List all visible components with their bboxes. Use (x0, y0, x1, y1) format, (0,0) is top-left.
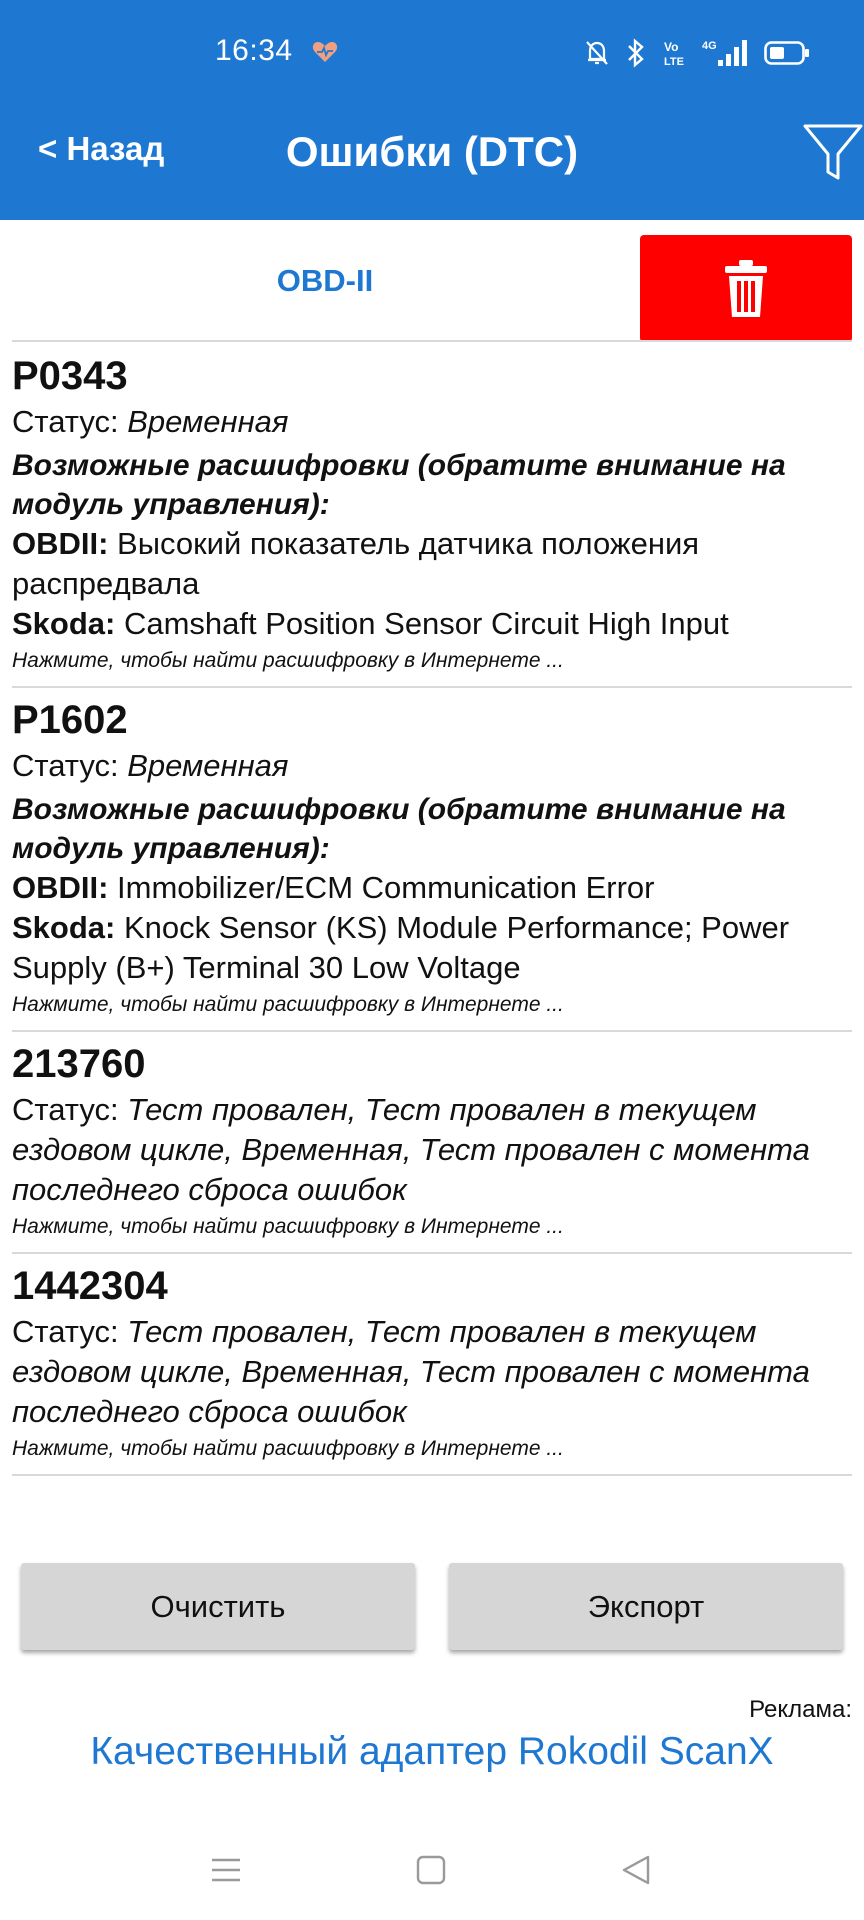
dtc-item[interactable]: 1442304 Статус: Тест провален, Тест пров… (12, 1254, 852, 1476)
status-icons: Vo LTE 4G (584, 38, 810, 68)
status-bar: 16:34 Vo LTE 4G (0, 0, 864, 110)
obd-text: Immobilizer/ECM Communication Error (108, 870, 655, 905)
status-value: Временная (127, 748, 289, 783)
trash-icon (725, 259, 767, 317)
volte-icon: Vo LTE (664, 40, 684, 68)
dtc-code: P0343 (12, 354, 128, 398)
status-time: 16:34 (215, 34, 293, 67)
status-prefix: Статус: (12, 1092, 128, 1127)
make-text: Camshaft Position Sensor Circuit High In… (115, 606, 729, 641)
obd-decode: OBDII: Высокий показатель датчика положе… (12, 524, 852, 604)
obd-label: OBDII: (12, 870, 109, 905)
system-nav-bar (0, 1840, 864, 1920)
menu-icon[interactable] (210, 1854, 242, 1886)
delete-button[interactable] (640, 235, 852, 342)
status-value: Тест провален, Тест провален в текущем е… (12, 1092, 810, 1207)
dtc-list: P0343 Статус: Временная Возможные расшиф… (12, 344, 852, 1476)
dtc-item[interactable]: P1602 Статус: Временная Возможные расшиф… (12, 688, 852, 1032)
home-square-icon[interactable] (416, 1854, 446, 1886)
obd-label: OBDII: (12, 526, 109, 561)
divider (12, 340, 852, 342)
status-prefix: Статус: (12, 748, 128, 783)
heart-icon (312, 42, 338, 62)
search-hint-link[interactable]: Нажмите, чтобы найти расшифровку в Интер… (12, 646, 852, 676)
search-hint-link[interactable]: Нажмите, чтобы найти расшифровку в Интер… (12, 1434, 852, 1464)
tab-obd2[interactable]: OBD-II (12, 220, 638, 342)
mute-bell-icon (586, 41, 608, 65)
back-triangle-icon[interactable] (620, 1854, 652, 1886)
svg-text:4G: 4G (702, 40, 717, 52)
status-value: Временная (127, 404, 289, 439)
ad-link[interactable]: Качественный адаптер Rokodil ScanX (0, 1730, 864, 1774)
search-hint-link[interactable]: Нажмите, чтобы найти расшифровку в Интер… (12, 990, 852, 1020)
svg-text:LTE: LTE (664, 56, 684, 68)
ad-label: Реклама: (749, 1696, 852, 1723)
filter-icon[interactable] (802, 122, 864, 184)
make-label: Skoda: (12, 910, 116, 945)
status-prefix: Статус: (12, 404, 128, 439)
battery-icon (764, 41, 809, 65)
export-button[interactable]: Экспорт (449, 1563, 843, 1650)
status-prefix: Статус: (12, 1314, 128, 1349)
page-title: Ошибки (DTC) (285, 128, 579, 175)
decode-header: Возможные расшифровки (обратите внимание… (12, 449, 786, 521)
make-label: Skoda: (12, 606, 116, 641)
dtc-status: Статус: Временная (12, 746, 852, 786)
make-text: Knock Sensor (KS) Module Performance; Po… (12, 910, 790, 985)
dtc-code: 213760 (12, 1042, 146, 1086)
clear-button[interactable]: Очистить (21, 1563, 415, 1650)
app-header: 16:34 Vo LTE 4G < Назад Ошибки (DTC) (0, 0, 864, 220)
dtc-status: Статус: Тест провален, Тест провален в т… (12, 1090, 852, 1210)
search-hint-link[interactable]: Нажмите, чтобы найти расшифровку в Интер… (12, 1212, 852, 1242)
dtc-item[interactable]: 213760 Статус: Тест провален, Тест прова… (12, 1032, 852, 1254)
bluetooth-icon (628, 38, 644, 68)
make-decode: Skoda: Camshaft Position Sensor Circuit … (12, 604, 852, 644)
4g-signal-icon: 4G (702, 40, 747, 66)
dtc-code: P1602 (12, 698, 128, 742)
decode-header: Возможные расшифровки (обратите внимание… (12, 793, 786, 865)
obd-decode: OBDII: Immobilizer/ECM Communication Err… (12, 868, 852, 908)
tab-row: OBD-II (0, 220, 864, 342)
dtc-status: Статус: Временная (12, 402, 852, 442)
obd-text: Высокий показатель датчика положения рас… (12, 526, 700, 601)
dtc-status: Статус: Тест провален, Тест провален в т… (12, 1312, 852, 1432)
svg-text:Vo: Vo (664, 40, 678, 54)
dtc-code: 1442304 (12, 1264, 168, 1308)
dtc-item[interactable]: P0343 Статус: Временная Возможные расшиф… (12, 344, 852, 688)
status-value: Тест провален, Тест провален в текущем е… (12, 1314, 810, 1429)
make-decode: Skoda: Knock Sensor (KS) Module Performa… (12, 908, 852, 988)
